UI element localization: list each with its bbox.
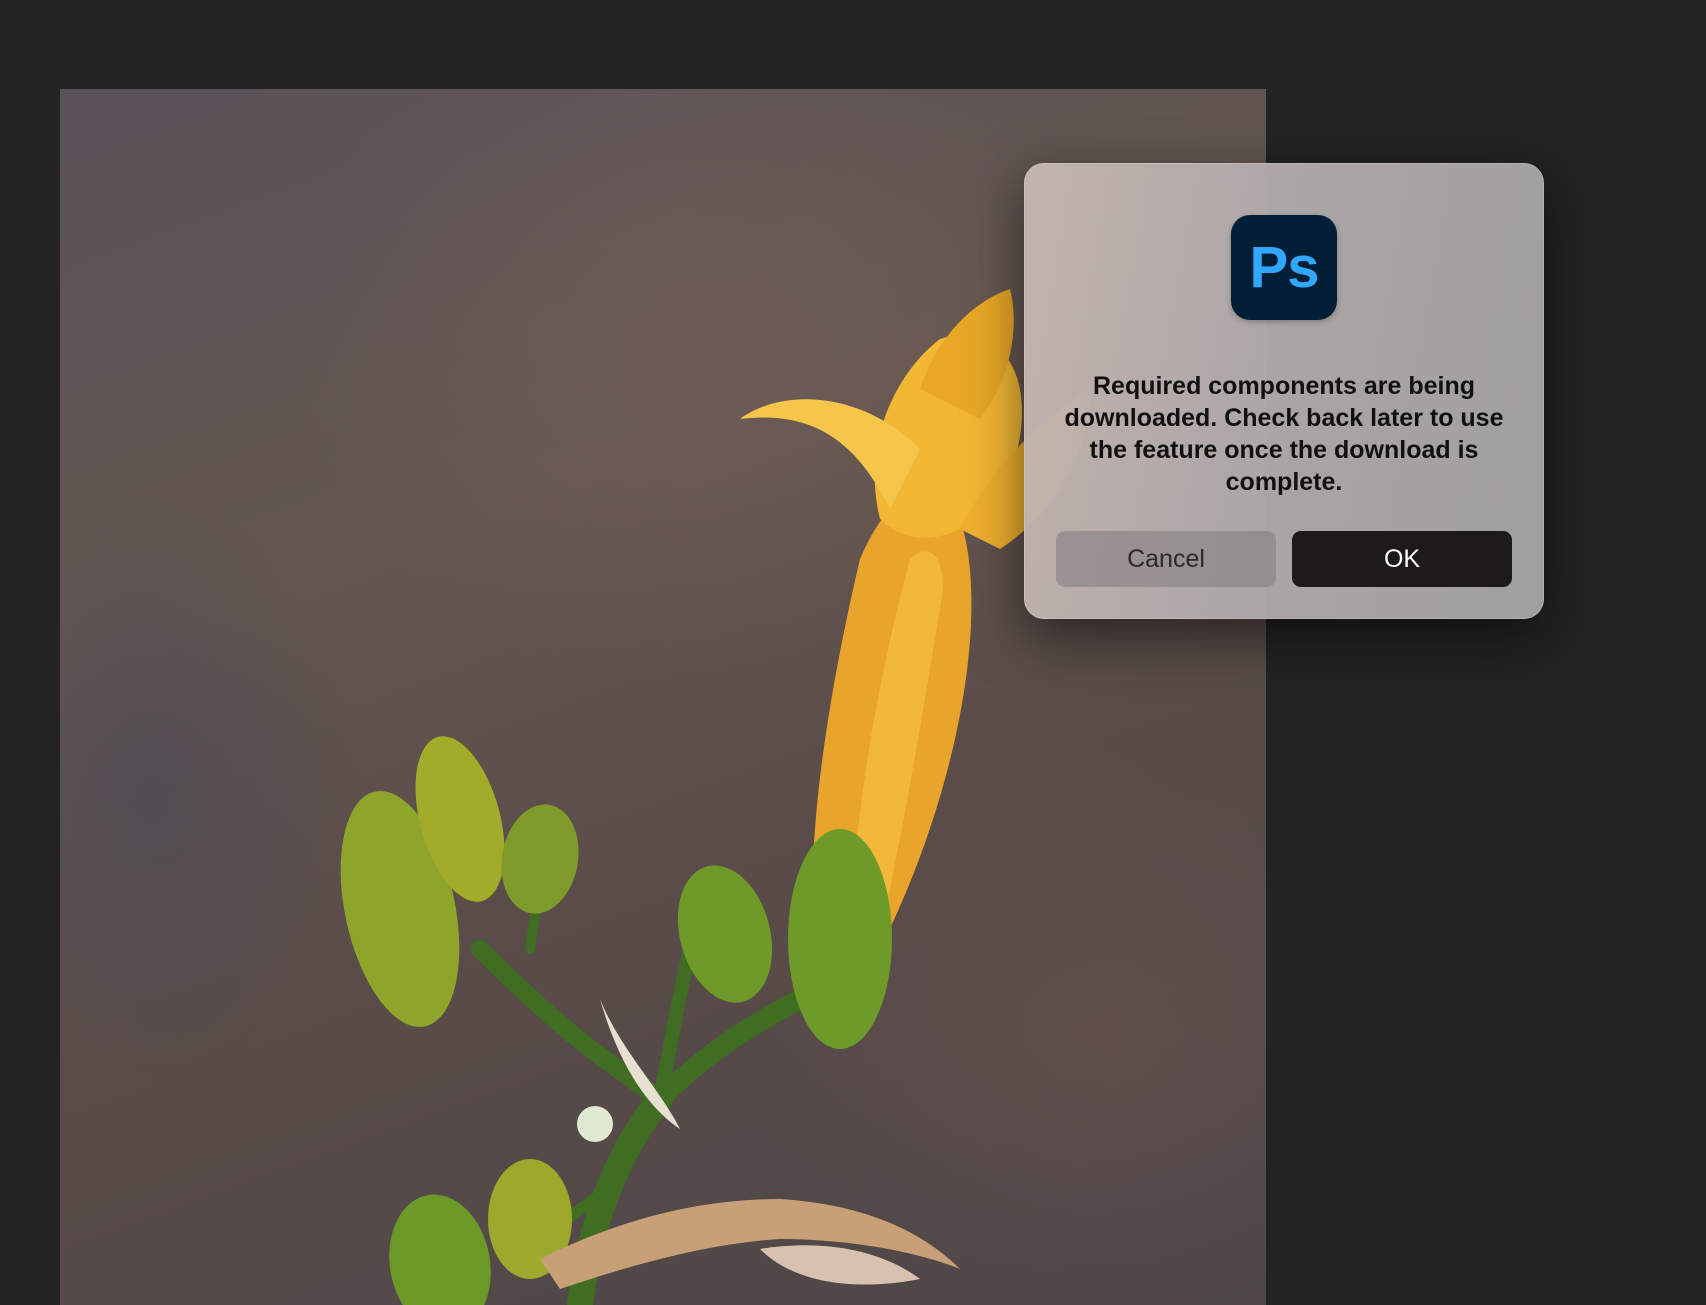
download-alert-dialog: Ps Required components are being downloa… [1024,163,1544,619]
dialog-message: Required components are being downloaded… [1064,372,1504,496]
ok-button[interactable]: OK [1292,531,1512,587]
cancel-button[interactable]: Cancel [1056,531,1276,587]
photoshop-app-icon: Ps [1231,215,1337,320]
photoshop-icon-label: Ps [1249,235,1320,300]
